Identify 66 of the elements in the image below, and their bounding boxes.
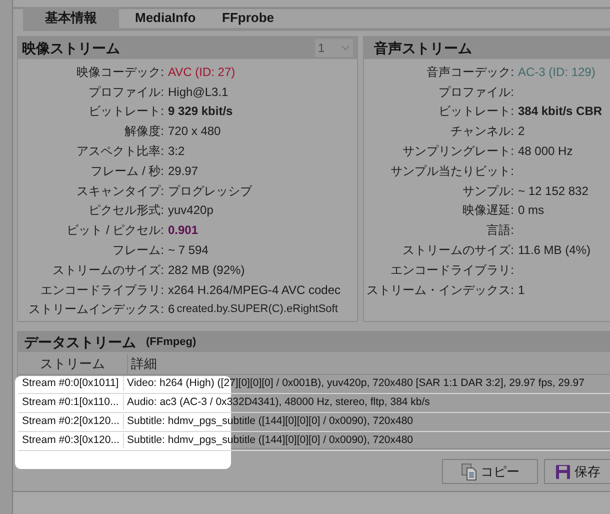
table-cell-text: Subtitle: hdmv_pgs_subtitle ([144][0][0][0] / 0x0090), 720x480: [126, 414, 414, 429]
table-cell: Stream #0:2[0x120...: [18, 414, 124, 430]
field-value: 3:2: [168, 143, 185, 160]
table-cell-text: Subtitle: hdmv_pgs_subtitle ([144][0][0][0] / 0x0090), 720x480: [126, 432, 414, 448]
field-label: 音声コーデック:: [426, 64, 514, 81]
field-label: ストリームインデックス:: [28, 301, 164, 318]
field-value: 282 MB (92%): [168, 262, 245, 279]
field-value: 29.97: [168, 162, 198, 180]
field-value: 2: [518, 123, 525, 140]
field-note: created.by.SUPER(C).eRightSoft: [176, 302, 338, 318]
field-value: AVC (ID: 27): [168, 64, 236, 81]
save-button[interactable]: 保存: [544, 459, 610, 484]
field-label: 映像コーデック:: [76, 64, 164, 81]
tab[interactable]: FFprobe: [205, 7, 291, 28]
field-label: ストリーム・インデックス:: [366, 282, 514, 299]
field-label: ビットレート:: [438, 103, 514, 120]
field-label: チャンネル:: [450, 123, 514, 140]
table-cell: Stream #0:3[0x120...: [18, 432, 124, 448]
field-value: 0 ms: [518, 202, 544, 220]
field-label: プロファイル:: [438, 84, 514, 101]
field-label: サンプル:: [462, 182, 514, 200]
table-cell: Stream #0:0[0x1011]: [18, 376, 124, 392]
field-value: 9 329 kbit/s: [168, 103, 233, 120]
field-label: ストリームのサイズ:: [402, 242, 514, 260]
field-label: エンコードライブラリ:: [390, 262, 514, 279]
field-value: 384 kbit/s CBR: [518, 103, 602, 120]
field-value: 0.901: [168, 222, 198, 240]
field-label: フレーム:: [112, 242, 164, 260]
field-label: ビット / ピクセル:: [66, 222, 164, 240]
tab[interactable]: MediaInfo: [119, 7, 205, 28]
panel-title: 音声ストリーム: [374, 38, 472, 58]
field-value: High@L3.1: [168, 84, 228, 101]
field-label: 言語:: [486, 222, 514, 240]
column-header[interactable]: ストリーム: [18, 354, 128, 374]
field-label: プロファイル:: [88, 84, 164, 101]
field-value: 1: [518, 282, 525, 299]
field-label: フレーム / 秒:: [90, 162, 164, 180]
field-value: プログレッシブ: [168, 182, 252, 200]
field-value: AC-3 (ID: 129): [518, 64, 596, 81]
field-value: x264 H.264/MPEG-4 AVC codec: [168, 282, 341, 299]
table-cell: Stream #0:1[0x110...: [18, 394, 124, 410]
field-label: 映像遅延:: [462, 202, 514, 220]
field-value: 48 000 Hz: [518, 143, 573, 160]
tab[interactable]: 基本情報: [23, 7, 119, 28]
field-label: スキャンタイプ:: [76, 182, 164, 200]
field-value: 720 x 480: [168, 123, 221, 140]
field-value: ~ 12 152 832: [518, 182, 588, 200]
field-value: yuv420p: [168, 202, 214, 220]
copy-icon: [460, 462, 476, 480]
column-header[interactable]: 詳細: [128, 354, 157, 374]
chevron-down-icon: [341, 45, 350, 51]
panel-title: 映像ストリーム: [22, 38, 120, 58]
field-label: アスペクト比率:: [76, 143, 164, 160]
field-label: ビットレート:: [88, 103, 164, 120]
field-label: サンプリングレート:: [402, 143, 514, 160]
field-value: 11.6 MB (4%): [518, 242, 590, 260]
field-value: ~ 7 594: [168, 242, 208, 260]
field-label: ストリームのサイズ:: [52, 262, 164, 279]
panel-title: データストリーム: [24, 332, 136, 352]
field-label: サンプル当たりビット:: [390, 162, 514, 180]
copy-button[interactable]: コピー: [442, 459, 538, 484]
field-label: エンコードライブラリ:: [40, 282, 164, 299]
field-label: 解像度:: [124, 123, 164, 140]
field-label: ピクセル形式:: [88, 202, 164, 220]
field-value: 6: [168, 301, 175, 318]
panel-subtitle: (FFmpeg): [146, 334, 196, 350]
